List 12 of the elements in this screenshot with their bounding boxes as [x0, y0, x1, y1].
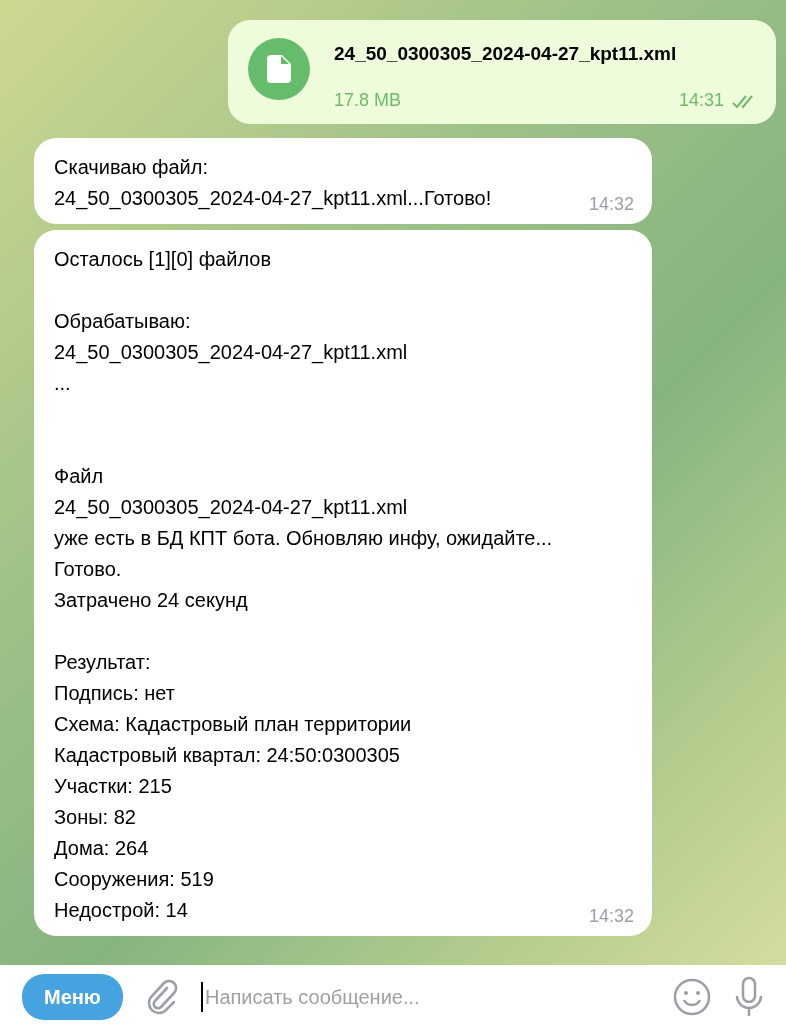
message-text: Результат: Подпись: нет Схема: Кадастровый план территории Кадастровый квартал: 24:50:0300305 Участки: 215 Зоны: 82 Дома: 264 Сооружения: 519 Недострой: 14	[54, 650, 413, 923]
message-text: Обрабатываю: 24_50_0300305_2024-04-27_kpt11.xml ...	[54, 309, 409, 396]
message-time: 14:32	[588, 193, 634, 216]
file-name[interactable]: 24_50_0300305_2024-04-27_kpt11.xml	[334, 38, 756, 69]
file-size: 17.8 MB	[334, 89, 402, 112]
message-text: Скачиваю файл: 24_50_0300305_2024-04-27_kpt11.xml...Готово!	[54, 155, 492, 212]
message-text: Файл 24_50_0300305_2024-04-27_kpt11.xml уже есть в БД КПТ бота. Обновляю инфу, ожидайте... Готово. Затрачено 24 секунд	[54, 464, 553, 613]
message-time: 14:32	[588, 905, 634, 928]
microphone-icon[interactable]	[734, 975, 764, 1018]
message-time: 14:31	[678, 89, 724, 112]
smiley-icon[interactable]	[672, 976, 712, 1017]
message-text: Осталось [1][0] файлов	[54, 247, 273, 272]
